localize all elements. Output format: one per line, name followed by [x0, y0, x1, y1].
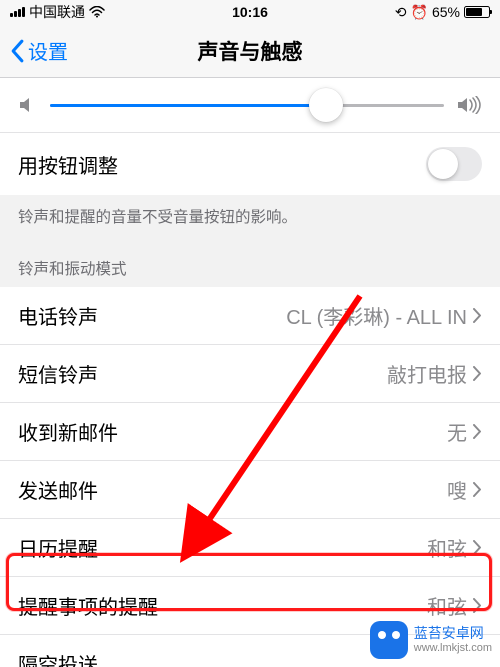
button-adjust-switch[interactable]	[426, 147, 482, 181]
row-label: 短信铃声	[18, 359, 98, 388]
nav-bar: 设置 声音与触感	[0, 24, 500, 78]
chevron-right-icon	[473, 482, 482, 497]
volume-high-icon	[456, 96, 482, 114]
row-value: 敲打电报	[387, 359, 467, 388]
row-new-mail[interactable]: 收到新邮件 无	[0, 403, 500, 461]
row-label: 提醒事项的提醒	[18, 591, 158, 620]
row-ringtone-sms[interactable]: 短信铃声 敲打电报	[0, 345, 500, 403]
chevron-right-icon	[473, 308, 482, 323]
group-header: 铃声和振动模式	[0, 243, 500, 287]
status-bar: 中国联通 10:16 ⟲ ⏰ 65%	[0, 0, 500, 24]
watermark: 蓝苔安卓网 www.lmkjst.com	[370, 621, 492, 659]
slider-knob[interactable]	[309, 88, 343, 122]
volume-low-icon	[18, 96, 38, 114]
page-title: 声音与触感	[198, 36, 303, 66]
volume-slider-row	[0, 78, 500, 133]
back-label: 设置	[28, 36, 68, 65]
row-ringtone-call[interactable]: 电话铃声 CL (李彩琳) - ALL IN	[0, 287, 500, 345]
row-label: 日历提醒	[18, 533, 98, 562]
row-label: 电话铃声	[18, 301, 98, 330]
carrier-label: 中国联通	[29, 2, 85, 22]
button-adjust-row[interactable]: 用按钮调整	[0, 133, 500, 195]
wifi-icon	[89, 6, 105, 18]
volume-slider[interactable]	[50, 104, 444, 107]
alarm-icon: ⏰	[411, 4, 428, 21]
row-value: 和弦	[427, 591, 467, 620]
volume-section: 用按钮调整	[0, 78, 500, 195]
chevron-right-icon	[473, 366, 482, 381]
chevron-right-icon	[473, 598, 482, 613]
ringtone-list: 电话铃声 CL (李彩琳) - ALL IN 短信铃声 敲打电报 收到新邮件 无…	[0, 287, 500, 667]
back-button[interactable]: 设置	[10, 36, 68, 65]
chevron-right-icon	[473, 540, 482, 555]
chevron-left-icon	[10, 39, 25, 63]
row-label: 收到新邮件	[18, 417, 118, 446]
rotation-lock-icon: ⟲	[395, 4, 407, 21]
chevron-right-icon	[473, 424, 482, 439]
row-value: CL (李彩琳) - ALL IN	[286, 301, 467, 330]
battery-icon	[464, 6, 490, 18]
status-time: 10:16	[232, 4, 268, 20]
volume-footer-note: 铃声和提醒的音量不受音量按钮的影响。	[0, 195, 500, 243]
watermark-url: www.lmkjst.com	[414, 642, 492, 654]
row-value: 和弦	[427, 533, 467, 562]
status-right: ⟲ ⏰ 65%	[395, 4, 490, 21]
status-left: 中国联通	[10, 2, 105, 22]
row-sent-mail[interactable]: 发送邮件 嗖	[0, 461, 500, 519]
button-adjust-label: 用按钮调整	[18, 150, 118, 179]
row-label: 发送邮件	[18, 475, 98, 504]
row-value: 无	[447, 417, 467, 446]
row-calendar-alert[interactable]: 日历提醒 和弦	[0, 519, 500, 577]
battery-pct: 65%	[432, 4, 460, 20]
watermark-logo	[370, 621, 408, 659]
signal-icon	[10, 7, 25, 17]
row-value: 嗖	[447, 475, 467, 504]
row-label: 隔空投送	[18, 649, 98, 667]
watermark-title: 蓝苔安卓网	[414, 626, 492, 641]
